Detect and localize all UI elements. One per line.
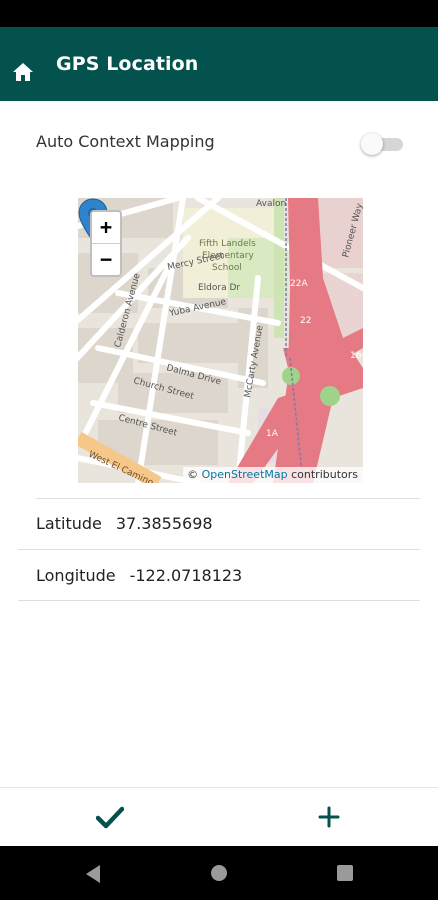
- bottom-action-bar: [0, 787, 438, 846]
- school-label-3: School: [212, 263, 242, 273]
- route-1a-label: 1A: [266, 429, 279, 439]
- school-label-1: Fifth Landels: [199, 239, 256, 249]
- attribution-prefix: ©: [187, 468, 202, 481]
- zoom-in-button[interactable]: +: [92, 212, 120, 244]
- avalon-label: Avalon: [256, 199, 286, 209]
- app-bar: GPS Location: [0, 27, 438, 101]
- plus-icon[interactable]: [318, 806, 340, 828]
- route-22a-label: 22A: [290, 279, 308, 289]
- longitude-value: -122.0718123: [129, 566, 243, 585]
- back-icon[interactable]: [84, 864, 102, 884]
- eldora-label: Eldora Dr: [198, 283, 240, 293]
- auto-context-mapping-row: Auto Context Mapping: [0, 120, 438, 166]
- page-title: GPS Location: [56, 53, 199, 75]
- route-22-label: 22: [300, 316, 311, 326]
- status-bar: [0, 0, 438, 27]
- latitude-row: Latitude 37.3855698: [36, 514, 213, 533]
- home-nav-icon[interactable]: [211, 865, 227, 881]
- divider: [18, 549, 420, 550]
- openstreetmap-link[interactable]: OpenStreetMap: [202, 468, 288, 481]
- route-16-label: 16: [350, 351, 362, 361]
- latitude-label: Latitude: [36, 514, 102, 533]
- zoom-out-button[interactable]: −: [92, 244, 120, 275]
- map-view[interactable]: Fifth Landels Elementary School Avalon P…: [78, 198, 363, 483]
- map-attribution: © OpenStreetMap contributors: [183, 467, 363, 483]
- checkmark-icon[interactable]: [96, 805, 124, 829]
- divider: [18, 600, 420, 601]
- attribution-suffix: contributors: [287, 468, 358, 481]
- auto-context-mapping-toggle[interactable]: [361, 133, 405, 155]
- longitude-row: Longitude -122.0718123: [36, 566, 242, 585]
- zoom-control: + −: [90, 210, 122, 277]
- recents-icon[interactable]: [337, 865, 353, 881]
- longitude-label: Longitude: [36, 566, 116, 585]
- divider: [36, 498, 420, 499]
- auto-context-mapping-label: Auto Context Mapping: [36, 132, 215, 151]
- system-nav-bar: [0, 846, 438, 900]
- latitude-value: 37.3855698: [115, 514, 213, 533]
- toggle-thumb: [361, 133, 383, 155]
- home-icon[interactable]: [11, 60, 35, 84]
